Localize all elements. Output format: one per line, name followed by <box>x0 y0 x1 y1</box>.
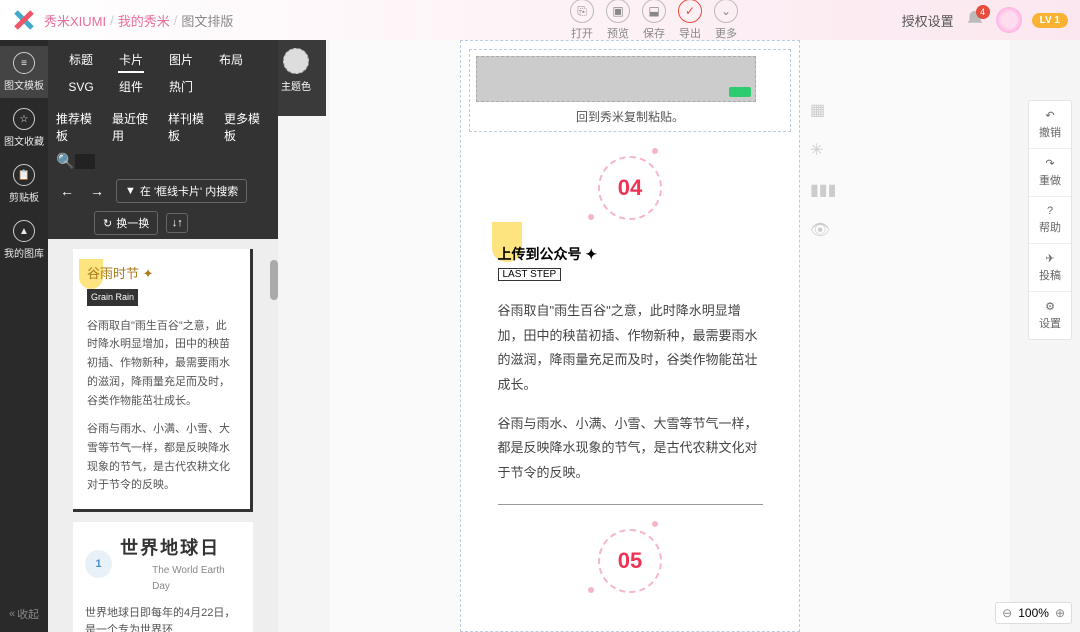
rail-templates[interactable]: ≡图文模板 <box>0 46 48 98</box>
submit-button[interactable]: ✈投稿 <box>1029 244 1071 292</box>
search-scope-pill[interactable]: ▼在 '框线卡片' 内搜索 <box>116 179 247 203</box>
scrollbar[interactable] <box>270 260 278 300</box>
breadcrumb-mine[interactable]: 我的秀米 <box>118 11 170 30</box>
tab-card[interactable]: 卡片 <box>106 46 156 73</box>
template-card[interactable]: 1 世界地球日 The World Earth Day 世界地球日即每年的4月2… <box>73 522 253 632</box>
template-subnav: 推荐模板 最近使用 样刊模板 更多模板 <box>48 106 278 148</box>
next-button[interactable]: → <box>86 180 108 202</box>
save-icon: ⬓ <box>642 0 666 23</box>
prev-button[interactable]: ← <box>56 180 78 202</box>
logo-icon <box>12 8 36 32</box>
collapse-icon: « <box>9 608 15 620</box>
auth-settings-link[interactable]: 授权设置 <box>902 11 954 30</box>
filter-icon: ▼ <box>125 185 136 197</box>
top-actions: ⎘打开 ▣预览 ⬓保存 ✓导出 ⌄更多 <box>570 0 738 41</box>
grid-icon[interactable]: ▦ <box>810 100 836 120</box>
breadcrumb-root[interactable]: 秀米XIUMI <box>44 11 106 30</box>
sub-sample[interactable]: 样刊模板 <box>168 110 214 144</box>
undo-button[interactable]: ↶撤销 <box>1029 101 1071 149</box>
help-icon: ? <box>1047 205 1053 217</box>
section-title: 上传到公众号 ✦ LAST STEP <box>498 244 763 281</box>
doc-tool-rail: ▦ ✳ ▮▮▮ 👁 <box>810 100 836 240</box>
rail-favorites[interactable]: ☆图文收藏 <box>0 102 48 154</box>
section-subtitle: LAST STEP <box>498 268 562 281</box>
tab-hot[interactable]: 热门 <box>156 73 206 100</box>
gear-icon: ⚙ <box>1045 300 1055 313</box>
level-badge: LV 1 <box>1032 13 1068 28</box>
card-subtitle: The World Earth Day <box>152 563 241 595</box>
redo-icon: ↷ <box>1045 157 1054 170</box>
card-title: 世界地球日 <box>120 538 220 558</box>
zoom-out-button[interactable]: ⊖ <box>1002 606 1012 620</box>
sub-recent[interactable]: 最近使用 <box>112 110 158 144</box>
theme-color[interactable]: 主题色 <box>272 48 320 93</box>
breadcrumb-page: 图文排版 <box>181 11 233 30</box>
help-button[interactable]: ?帮助 <box>1029 197 1071 244</box>
image-icon: ▲ <box>13 220 35 242</box>
send-icon: ✈ <box>1045 252 1054 265</box>
open-button[interactable]: ⎘打开 <box>570 0 594 41</box>
zoom-in-button[interactable]: ⊕ <box>1055 606 1065 620</box>
zoom-control: ⊖ 100% ⊕ <box>995 602 1072 624</box>
refresh-icon: ↻ <box>103 217 112 230</box>
sort-button[interactable]: ↓↑ <box>166 213 188 233</box>
sub-recommend[interactable]: 推荐模板 <box>56 110 102 144</box>
shuffle-button[interactable]: ↻换一换 <box>94 211 158 235</box>
more-button[interactable]: ⌄更多 <box>714 0 738 41</box>
zoom-value: 100% <box>1018 606 1049 620</box>
preview-icon: ▣ <box>606 0 630 23</box>
editor-canvas: 回到秀米复制粘贴。 04 上传到公众号 ✦ LAST STEP 谷雨取自"雨生百… <box>330 40 1010 632</box>
check-icon: ✓ <box>678 0 702 23</box>
rail-clipboard[interactable]: 📋剪贴板 <box>0 158 48 210</box>
preview-button[interactable]: ▣预览 <box>606 0 630 41</box>
card-para: 谷雨取自"雨生百谷"之意，此时降水明显增加，田中的秧苗初插、作物新种，最需要雨水… <box>87 317 236 410</box>
undo-icon: ↶ <box>1045 109 1054 122</box>
tab-image[interactable]: 图片 <box>156 46 206 73</box>
breadcrumb: 秀米XIUMI / 我的秀米 / 图文排版 <box>44 11 233 30</box>
theme-circle-icon <box>283 48 309 74</box>
save-button[interactable]: ⬓保存 <box>642 0 666 41</box>
tab-svg[interactable]: SVG <box>56 75 106 99</box>
chevron-down-icon: ⌄ <box>714 0 738 23</box>
image-placeholder[interactable] <box>476 56 756 102</box>
export-button[interactable]: ✓导出 <box>678 0 702 41</box>
rail-gallery[interactable]: ▲我的图库 <box>0 214 48 266</box>
template-tabs: 标题 卡片 图片 布局 SVG 组件 热门 <box>48 40 278 106</box>
section-number: 04 <box>592 150 668 226</box>
folder-icon: ⎘ <box>570 0 594 23</box>
notif-badge: 4 <box>976 5 990 19</box>
clipboard-icon: 📋 <box>13 164 35 186</box>
spark-icon[interactable]: ✳ <box>810 140 836 160</box>
card-title: 谷雨时节 ✦ <box>87 266 154 281</box>
avatar[interactable] <box>996 7 1022 33</box>
caption: 回到秀米复制粘贴。 <box>476 108 784 125</box>
template-list: 谷雨时节 ✦ Grain Rain 谷雨取自"雨生百谷"之意，此时降水明显增加，… <box>48 239 278 632</box>
bell-icon[interactable]: 4 <box>964 9 986 31</box>
right-toolbar: ↶撤销 ↷重做 ?帮助 ✈投稿 ⚙设置 <box>1028 100 1072 340</box>
section-number: 05 <box>592 523 668 599</box>
star-icon: ☆ <box>13 108 35 130</box>
card-subtitle: Grain Rain <box>87 289 138 306</box>
document[interactable]: 回到秀米复制粘贴。 04 上传到公众号 ✦ LAST STEP 谷雨取自"雨生百… <box>460 40 800 632</box>
settings-button[interactable]: ⚙设置 <box>1029 292 1071 339</box>
search-icon[interactable]: 🔍 <box>56 153 75 170</box>
card-para: 世界地球日即每年的4月22日，是一个专为世界环 <box>85 605 241 632</box>
redo-button[interactable]: ↷重做 <box>1029 149 1071 197</box>
template-card[interactable]: 谷雨时节 ✦ Grain Rain 谷雨取自"雨生百谷"之意，此时降水明显增加，… <box>73 249 253 512</box>
sub-more[interactable]: 更多模板 <box>224 110 270 144</box>
eye-icon[interactable]: 👁 <box>810 220 836 240</box>
left-rail: ≡图文模板 ☆图文收藏 📋剪贴板 ▲我的图库 « 收起 <box>0 40 48 632</box>
card-para: 谷雨与雨水、小满、小雪、大雪等节气一样，都是反映降水现象的节气，是古代农耕文化对… <box>87 420 236 495</box>
topbar: 秀米XIUMI / 我的秀米 / 图文排版 ⎘打开 ▣预览 ⬓保存 ✓导出 ⌄更… <box>0 0 1080 40</box>
lines-icon: ≡ <box>13 52 35 74</box>
tab-layout[interactable]: 布局 <box>206 46 256 73</box>
text-block[interactable]: 谷雨取自"雨生百谷"之意，此时降水明显增加，田中的秧苗初插、作物新种，最需要雨水… <box>498 299 763 505</box>
chart-icon[interactable]: ▮▮▮ <box>810 180 836 200</box>
template-panel: 标题 卡片 图片 布局 SVG 组件 热门 主题色 推荐模板 最近使用 样刊模板… <box>48 40 278 632</box>
card-number: 1 <box>85 550 112 578</box>
tab-component[interactable]: 组件 <box>106 73 156 100</box>
rail-collapse[interactable]: « 收起 <box>9 606 39 622</box>
search-input[interactable] <box>75 154 95 169</box>
tab-title[interactable]: 标题 <box>56 46 106 73</box>
